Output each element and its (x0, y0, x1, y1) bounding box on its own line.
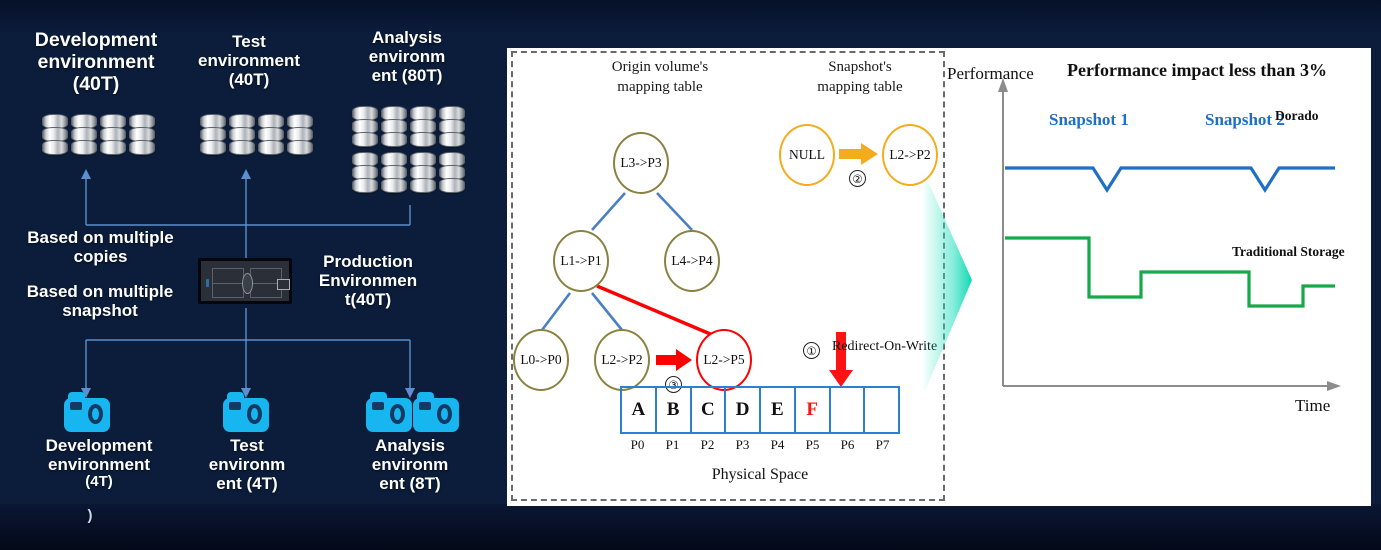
production-server-icon (198, 258, 292, 304)
physical-block: B (657, 388, 692, 432)
series-dorado (1005, 166, 1335, 193)
tree-node-root: L3->P3 (613, 132, 669, 194)
based-on-copies-label: Based on multiple copies (27, 228, 174, 267)
analysis-env-bottom-label: Analysis environm ent (8T) (371, 436, 449, 494)
tree-node-l2-p2: L2->P2 (594, 329, 650, 391)
block-tag: P2 (700, 437, 715, 452)
disk-array-test (200, 114, 313, 155)
chart-ylabel: Performance (947, 64, 1034, 83)
server-led (206, 279, 209, 287)
block-tag: P0 (630, 437, 645, 452)
tree-node-l2-p5: L2->P5 (696, 329, 752, 391)
block-tag: P4 (770, 437, 785, 452)
snapshot-node-null: NULL (779, 124, 835, 186)
block-tag: P1 (665, 437, 680, 452)
disk-stack (439, 106, 465, 147)
disk-stack (200, 114, 226, 155)
physical-block-active: F (796, 388, 831, 432)
annotation-snapshot-1: Snapshot 1 (1049, 110, 1129, 129)
snapshot-camera-icon-analysis-1 (366, 390, 412, 432)
disk-stack (229, 114, 255, 155)
block-tag: P3 (735, 437, 750, 452)
test-env-top-label: Test environment (40T) (197, 32, 301, 90)
chart-title: Performance impact less than 3% (1067, 60, 1327, 80)
server-bay (212, 268, 244, 298)
physical-block: E (761, 388, 796, 432)
legend-dorado: Dorado (1275, 108, 1319, 123)
physical-block: A (622, 388, 657, 432)
block-tag: P7 (875, 437, 890, 452)
step3-red-arrow-icon (656, 349, 692, 371)
chart-xlabel: Time (1295, 396, 1331, 415)
snapshot-camera-icon-test (223, 390, 269, 432)
white-content-panel: Origin volume's mapping table Snapshot's… (507, 48, 1371, 506)
background-bottom-band (0, 504, 1381, 550)
disk-stack (352, 152, 378, 193)
disk-array-analysis-row1 (352, 106, 465, 147)
step2-orange-arrow-icon (839, 143, 878, 165)
snapshot-camera-icon-development (64, 390, 110, 432)
stray-parenthesis: ) (87, 507, 93, 524)
step-2-marker: ② (849, 170, 866, 187)
disk-stack (439, 152, 465, 193)
disk-stack (381, 152, 407, 193)
physical-block-tags: P0 P1 P2 P3 P4 P5 P6 P7 (620, 437, 900, 453)
tree-node-l0: L0->P0 (513, 329, 569, 391)
legend-traditional-storage: Traditional Storage (1232, 244, 1345, 259)
tree-node-l4: L4->P4 (664, 230, 720, 292)
server-knob (242, 273, 253, 294)
test-env-bottom-label: Test environm ent (4T) (208, 436, 286, 494)
step-1-marker: ① (803, 342, 820, 359)
production-env-label: Production Environmen t(40T) (318, 252, 418, 310)
disk-array-development (42, 114, 155, 155)
block-tag: P6 (840, 437, 855, 452)
based-on-snapshot-label: Based on multiple snapshot (26, 282, 174, 321)
tree-node-l1: L1->P1 (553, 230, 609, 292)
analysis-env-top-label: Analysis environm ent (80T) (368, 28, 446, 86)
slide-canvas: Development environment (40T) Test envir… (0, 0, 1381, 550)
physical-block: C (692, 388, 727, 432)
disk-stack (100, 114, 126, 155)
physical-block: D (726, 388, 761, 432)
snapshot-camera-icon-analysis-2 (413, 390, 459, 432)
disk-stack (410, 106, 436, 147)
disk-array-analysis-row2 (352, 152, 465, 193)
disk-stack (381, 106, 407, 147)
dev-env-top-label: Development environment (40T) (34, 29, 158, 95)
disk-stack (258, 114, 284, 155)
physical-space-blocks: A B C D E F (620, 386, 900, 434)
server-indicator (277, 279, 290, 290)
physical-space-label: Physical Space (711, 466, 809, 483)
dev-env-bottom-label: Development environment (4T) (45, 436, 153, 491)
disk-stack (410, 152, 436, 193)
background-top-band (0, 0, 1381, 34)
performance-chart: Performance Performance impact less than… (945, 48, 1371, 506)
disk-stack (287, 114, 313, 155)
disk-stack (42, 114, 68, 155)
physical-block (831, 388, 866, 432)
physical-block (865, 388, 898, 432)
block-tag: P5 (805, 437, 820, 452)
disk-stack (129, 114, 155, 155)
disk-stack (71, 114, 97, 155)
annotation-snapshot-2: Snapshot 2 (1205, 110, 1285, 129)
disk-stack (352, 106, 378, 147)
